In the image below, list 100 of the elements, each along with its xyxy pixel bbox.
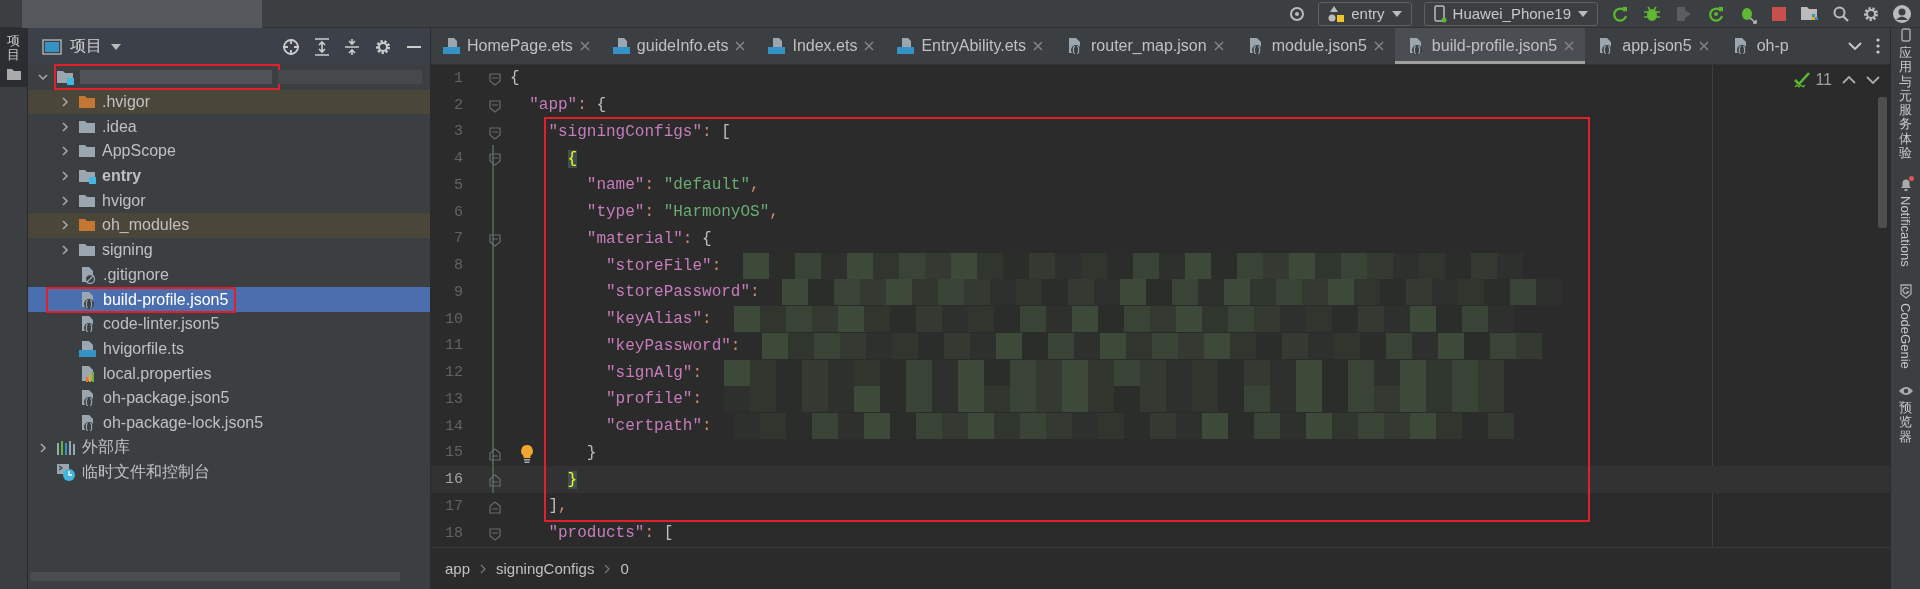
tool-window-tab[interactable]: Notifications <box>1897 176 1914 268</box>
close-icon[interactable] <box>735 41 746 51</box>
fold-icon[interactable] <box>489 447 501 461</box>
chevron-icon[interactable] <box>59 120 71 133</box>
fold-icon[interactable] <box>489 99 501 113</box>
fold-icon[interactable] <box>489 233 501 247</box>
tool-window-tab[interactable]: 应用与元服务体验 <box>1898 28 1913 161</box>
chevron-down-icon[interactable] <box>1848 41 1862 51</box>
folder-icon <box>78 217 96 234</box>
tree-item-label[interactable]: hvigor <box>102 191 146 210</box>
chevron-icon[interactable] <box>59 170 71 183</box>
lightbulb-icon[interactable] <box>519 443 535 464</box>
chevron-icon[interactable] <box>59 96 71 109</box>
tool-window-tab[interactable]: 预览器 <box>1897 384 1914 444</box>
tree-row[interactable]: oh-package.json5 <box>28 385 430 411</box>
chevron-icon[interactable] <box>59 219 71 232</box>
collapse-all-icon[interactable] <box>344 37 360 56</box>
close-icon[interactable] <box>1213 41 1224 51</box>
tree-item-label[interactable]: AppScope <box>102 142 176 161</box>
breadcrumb-item[interactable]: app <box>445 560 471 577</box>
inspection-count[interactable]: 11 <box>1815 71 1832 89</box>
tree-item-label[interactable]: local.properties <box>103 364 212 383</box>
selected-tree-row[interactable]: build-profile.json5 <box>28 287 430 312</box>
tree-item-label[interactable]: .idea <box>102 117 137 136</box>
close-icon[interactable] <box>864 41 875 51</box>
chevron-up-icon[interactable] <box>1842 75 1856 85</box>
folder-icon <box>56 69 74 86</box>
panel-title[interactable]: 项目 <box>70 36 102 57</box>
code-line: "products": [ <box>548 524 674 543</box>
code-line: "material": { <box>586 229 712 248</box>
caret-icon[interactable] <box>110 42 122 51</box>
fold-icon[interactable] <box>489 153 501 167</box>
tree-row[interactable]: entry <box>28 163 430 189</box>
file-icon <box>611 37 630 55</box>
tree-row[interactable]: 临时文件和控制台 <box>28 460 430 485</box>
chevron-icon[interactable] <box>59 194 71 207</box>
tool-window-tab[interactable]: 项目 <box>0 28 27 87</box>
fold-icon[interactable] <box>489 126 501 140</box>
tree-item-label[interactable]: 临时文件和控制台 <box>82 461 210 483</box>
folder-icon <box>78 143 96 160</box>
locate-icon[interactable] <box>282 37 300 56</box>
project-structure-icon[interactable] <box>1800 4 1820 23</box>
breadcrumb-item[interactable]: 0 <box>620 560 629 577</box>
chevron-down-icon[interactable] <box>1866 75 1880 85</box>
editor-tab[interactable]: build-profile.json5 <box>1394 28 1586 64</box>
breadcrumb-item[interactable]: signingConfigs <box>496 560 595 577</box>
search-icon[interactable] <box>1832 4 1850 23</box>
tree-row[interactable]: AppScope <box>28 139 430 164</box>
tree-row[interactable]: local.properties <box>28 361 430 386</box>
target-icon[interactable] <box>1288 4 1307 23</box>
run-config-dropdown[interactable]: entry <box>1318 1 1412 26</box>
fold-icon[interactable] <box>489 527 501 541</box>
chevron-icon[interactable] <box>59 244 71 257</box>
settings-icon[interactable] <box>1862 4 1880 23</box>
excluded-folder-row[interactable]: .hvigor <box>28 89 430 115</box>
user-avatar-icon[interactable] <box>1892 3 1912 24</box>
folder-icon <box>78 168 96 185</box>
tree-row[interactable]: .idea <box>28 114 430 140</box>
tree-item-label[interactable]: .gitignore <box>103 265 169 284</box>
close-icon[interactable] <box>579 41 590 51</box>
fold-icon[interactable] <box>489 73 501 86</box>
tree-row[interactable]: code-linter.json5 <box>28 311 430 337</box>
fold-icon[interactable] <box>489 501 501 514</box>
chevron-icon[interactable] <box>37 441 49 454</box>
tree-item-label[interactable]: oh_modules <box>102 216 190 235</box>
line-number: 13 <box>444 390 463 408</box>
tree-row[interactable]: oh-package-lock.json5 <box>28 410 430 436</box>
line-number: 2 <box>453 96 463 114</box>
tree-item-label[interactable]: entry <box>102 167 142 186</box>
scrollbar[interactable] <box>1878 97 1887 228</box>
tool-window-tab[interactable]: CodeGenie <box>1897 283 1914 369</box>
close-icon[interactable] <box>1373 41 1384 51</box>
tree-item-label[interactable]: code-linter.json5 <box>103 315 220 334</box>
close-icon[interactable] <box>1564 41 1575 51</box>
stop-icon[interactable] <box>1770 4 1788 23</box>
chevron-icon[interactable] <box>59 145 71 158</box>
tree-item-label[interactable]: 外部库 <box>82 437 130 459</box>
tree-row[interactable]: .gitignore <box>28 262 430 288</box>
tree-row[interactable]: signing <box>28 237 430 263</box>
expand-all-icon[interactable] <box>314 37 330 56</box>
line-number: 18 <box>444 524 463 542</box>
tree-row[interactable]: hvigor <box>28 188 430 214</box>
tree-item-label[interactable]: oh-package-lock.json5 <box>103 413 264 432</box>
excluded-folder-row[interactable]: oh_modules <box>28 213 430 238</box>
tree-item-label[interactable]: build-profile.json5 <box>103 290 229 309</box>
settings-icon[interactable] <box>374 37 392 56</box>
tree-row[interactable]: hvigorfile.ts <box>28 336 430 362</box>
tree-row[interactable]: 外部库 <box>28 435 430 460</box>
tree-item-label[interactable]: signing <box>102 241 153 260</box>
eye-icon <box>1897 384 1914 397</box>
more-icon[interactable] <box>1876 38 1880 54</box>
file-icon <box>442 37 460 55</box>
code-line: "keyAlias": <box>606 310 712 329</box>
device-dropdown[interactable]: Huawei_Phone19 <box>1423 1 1598 26</box>
tree-item-label[interactable]: .hvigor <box>102 93 151 112</box>
tree-item-label[interactable]: hvigorfile.ts <box>103 339 184 358</box>
close-icon[interactable] <box>1698 41 1709 51</box>
fold-icon[interactable] <box>489 474 501 488</box>
tree-item-label[interactable]: oh-package.json5 <box>103 389 230 408</box>
close-icon[interactable] <box>1033 41 1044 51</box>
